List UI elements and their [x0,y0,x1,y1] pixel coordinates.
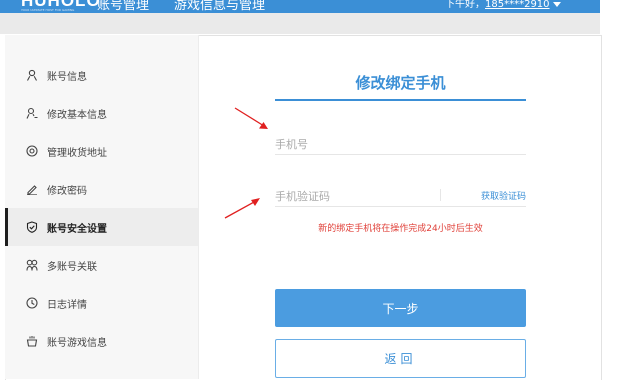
nav-account-management[interactable]: 账号管理 [97,0,149,13]
sidebar-item-label: 管理收货地址 [47,147,107,159]
shield-icon [26,221,38,233]
chevron-down-icon[interactable] [552,1,561,7]
sidebar-item-edit-basic-info[interactable]: 修改基本信息 [5,94,198,132]
user-greeting[interactable]: 下午好，185****2910 [445,0,561,10]
nav-game-info-management[interactable]: 游戏信息与管理 [174,0,265,13]
field-divider [440,189,441,201]
next-step-button[interactable]: 下一步 [275,289,526,327]
phone-number-placeholder: 手机号 [275,138,308,151]
verification-code-field[interactable]: 手机验证码 获取验证码 [275,184,526,207]
sidebar-item-account-game-info[interactable]: 账号游戏信息 [5,322,198,360]
sidebar-item-log-details[interactable]: 日志详情 [5,284,198,322]
sidebar-item-label: 日志详情 [47,299,87,311]
greeting-text: 下午好， [445,0,485,10]
gamepad-icon [26,335,38,347]
sidebar-item-account-info[interactable]: 账号信息 [5,56,198,94]
sidebar-item-change-password[interactable]: 修改密码 [5,170,198,208]
sidebar-item-label: 多账号关联 [47,261,97,273]
page-title: 修改绑定手机 [355,74,446,92]
top-navigation-bar: HUHOLO YOUR ULTIMATE HOST FOR GAMING 账号管… [0,0,600,13]
back-button[interactable]: 返回 [275,339,526,378]
annotation-arrow-icon [234,107,268,129]
sidebar-item-label: 修改密码 [47,185,87,197]
annotation-arrow-icon [224,198,260,219]
link-users-icon [26,259,38,271]
sidebar-item-label: 修改基本信息 [47,109,107,121]
user-icon [26,69,38,81]
phone-number-field[interactable]: 手机号 [275,132,526,155]
header-spacer [0,13,600,34]
logo-subtitle: YOUR ULTIMATE HOST FOR GAMING [21,8,75,12]
sidebar-item-label: 账号安全设置 [47,223,107,235]
verification-code-placeholder: 手机验证码 [275,190,330,203]
sidebar-item-account-security[interactable]: 账号安全设置 [5,208,198,246]
get-verification-code-button[interactable]: 获取验证码 [481,189,526,202]
sidebar-item-multi-account-link[interactable]: 多账号关联 [5,246,198,284]
sidebar-item-label: 账号游戏信息 [47,337,107,349]
binding-notice: 新的绑定手机将在操作完成24小时后生效 [318,224,483,234]
user-edit-icon [26,107,38,119]
title-underline [275,99,526,101]
pencil-icon [26,183,38,195]
location-icon [26,145,38,157]
sidebar-item-label: 账号信息 [47,71,87,83]
username-link[interactable]: 185****2910 [485,0,550,10]
sidebar-item-manage-address[interactable]: 管理收货地址 [5,132,198,170]
sidebar: 账号信息 修改基本信息 管理收货地址 修改密码 账号安全设置 多账号关联 日志详… [5,35,199,379]
clock-icon [26,297,38,309]
